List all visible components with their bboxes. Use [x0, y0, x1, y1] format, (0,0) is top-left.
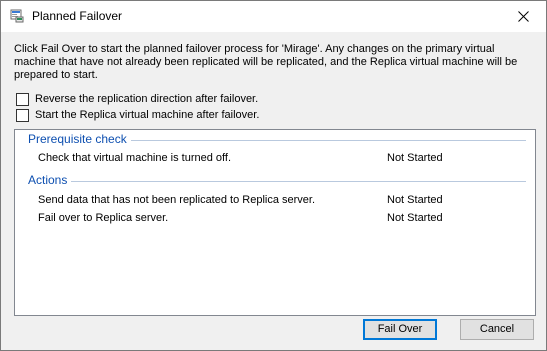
step-status: Not Started	[387, 212, 443, 224]
start-replica-label: Start the Replica virtual machine after …	[35, 108, 260, 121]
cancel-button[interactable]: Cancel	[460, 319, 534, 340]
close-icon	[517, 11, 529, 22]
reverse-replication-checkbox[interactable]	[16, 92, 29, 106]
reverse-replication-option[interactable]: Reverse the replication direction after …	[16, 92, 258, 106]
step-row: Check that virtual machine is turned off…	[38, 152, 518, 165]
actions-heading: Actions	[28, 173, 72, 187]
step-row: Fail over to Replica server. Not Started	[38, 212, 518, 225]
step-label: Send data that has not been replicated t…	[38, 194, 316, 206]
failover-steps-panel: Prerequisite check Check that virtual ma…	[14, 129, 536, 316]
step-status: Not Started	[387, 152, 443, 164]
section-divider	[28, 181, 526, 182]
planned-failover-dialog: Planned Failover Click Fail Over to star…	[0, 0, 547, 351]
prerequisite-check-section: Prerequisite check	[28, 132, 526, 146]
step-label: Check that virtual machine is turned off…	[38, 152, 232, 164]
fail-over-button[interactable]: Fail Over	[363, 319, 437, 340]
window-title: Planned Failover	[32, 9, 123, 23]
close-button[interactable]	[500, 1, 546, 32]
title-bar: Planned Failover	[1, 1, 546, 32]
start-replica-option[interactable]: Start the Replica virtual machine after …	[16, 108, 259, 122]
hyper-v-manager-icon	[10, 9, 24, 23]
step-label: Fail over to Replica server.	[38, 212, 169, 224]
start-replica-checkbox[interactable]	[16, 108, 29, 122]
step-status: Not Started	[387, 194, 443, 206]
dialog-description: Click Fail Over to start the planned fai…	[14, 43, 518, 81]
actions-section: Actions	[28, 173, 526, 187]
prerequisite-check-heading: Prerequisite check	[28, 132, 131, 146]
reverse-replication-label: Reverse the replication direction after …	[35, 92, 259, 105]
step-row: Send data that has not been replicated t…	[38, 194, 518, 207]
